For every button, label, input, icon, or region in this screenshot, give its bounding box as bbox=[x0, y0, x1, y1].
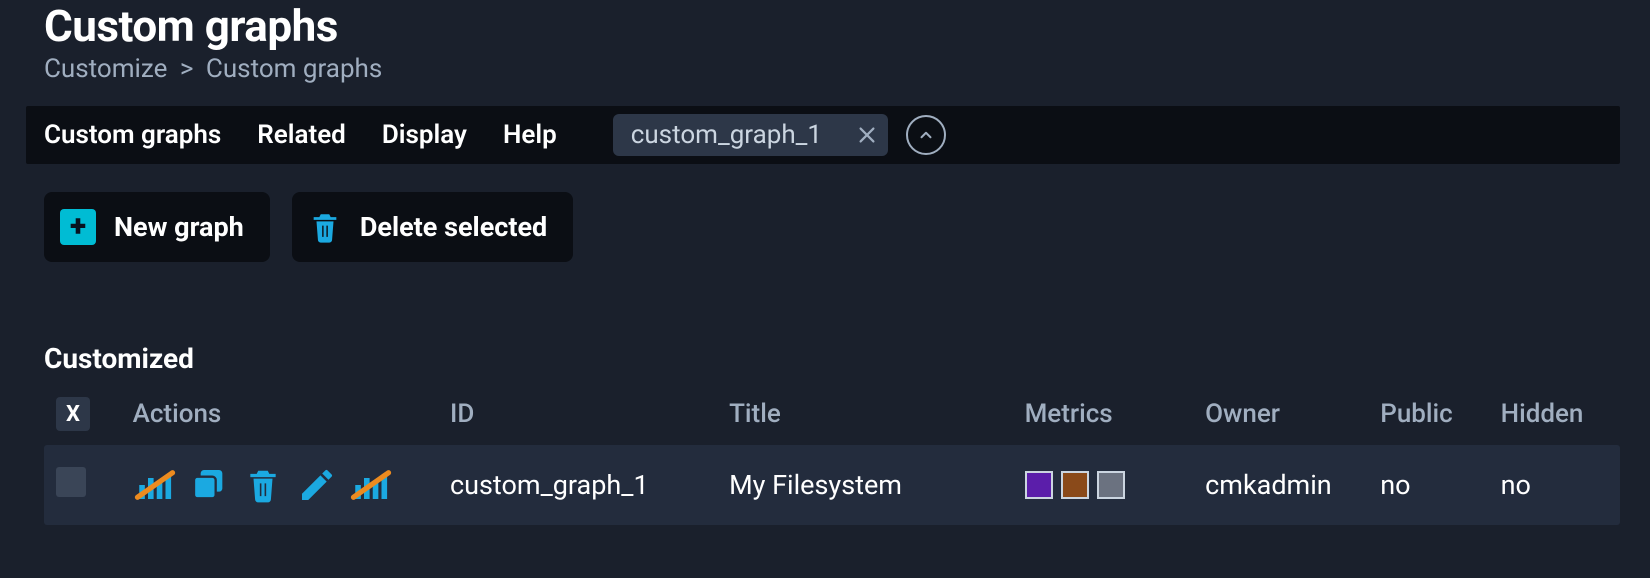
menu-display[interactable]: Display bbox=[382, 120, 467, 150]
table-row: custom_graph_1 My Filesystem cmkadmin no… bbox=[44, 445, 1620, 525]
row-hidden: no bbox=[1489, 445, 1620, 525]
column-hidden[interactable]: Hidden bbox=[1489, 387, 1620, 445]
delete-selected-label: Delete selected bbox=[360, 211, 547, 243]
menu-related[interactable]: Related bbox=[257, 120, 346, 150]
row-checkbox[interactable] bbox=[56, 467, 86, 497]
column-title[interactable]: Title bbox=[717, 387, 1013, 445]
column-owner[interactable]: Owner bbox=[1193, 387, 1368, 445]
menu-custom-graphs[interactable]: Custom graphs bbox=[44, 120, 221, 150]
metric-swatch[interactable] bbox=[1097, 471, 1125, 499]
menu-help[interactable]: Help bbox=[503, 120, 557, 150]
metric-swatch[interactable] bbox=[1025, 471, 1053, 499]
row-actions bbox=[133, 463, 426, 507]
metric-swatch[interactable] bbox=[1061, 471, 1089, 499]
menubar: Custom graphs Related Display Help custo… bbox=[26, 106, 1620, 164]
custom-graphs-table: X Actions ID Title Metrics Owner Public … bbox=[44, 387, 1620, 525]
row-owner: cmkadmin bbox=[1193, 445, 1368, 525]
column-actions[interactable]: Actions bbox=[121, 387, 438, 445]
select-all-toggle[interactable]: X bbox=[56, 397, 90, 431]
collapse-toggle-icon[interactable] bbox=[906, 115, 946, 155]
column-metrics[interactable]: Metrics bbox=[1013, 387, 1194, 445]
clone-icon[interactable] bbox=[187, 463, 231, 507]
trash-icon bbox=[308, 208, 342, 246]
page-title: Custom graphs bbox=[44, 0, 1620, 52]
new-graph-button[interactable]: + New graph bbox=[44, 192, 270, 262]
graph-designer-icon[interactable] bbox=[133, 463, 177, 507]
delete-row-icon[interactable] bbox=[241, 463, 285, 507]
search-input[interactable]: custom_graph_1 bbox=[631, 120, 846, 150]
search-box[interactable]: custom_graph_1 bbox=[613, 114, 888, 156]
view-graph-icon[interactable] bbox=[349, 463, 393, 507]
delete-selected-button[interactable]: Delete selected bbox=[292, 192, 573, 262]
row-title[interactable]: My Filesystem bbox=[717, 445, 1013, 525]
new-graph-label: New graph bbox=[114, 211, 244, 243]
edit-icon[interactable] bbox=[295, 463, 339, 507]
section-title: Customized bbox=[44, 342, 1620, 375]
breadcrumb-separator: > bbox=[180, 54, 194, 84]
column-id[interactable]: ID bbox=[438, 387, 717, 445]
clear-search-icon[interactable] bbox=[856, 124, 878, 146]
breadcrumb: Customize > Custom graphs bbox=[44, 54, 1620, 84]
breadcrumb-item[interactable]: Custom graphs bbox=[206, 54, 382, 84]
row-public: no bbox=[1368, 445, 1488, 525]
row-id[interactable]: custom_graph_1 bbox=[438, 445, 717, 525]
plus-icon: + bbox=[60, 209, 96, 245]
metric-swatches bbox=[1025, 471, 1182, 499]
column-public[interactable]: Public bbox=[1368, 387, 1488, 445]
breadcrumb-item[interactable]: Customize bbox=[44, 54, 167, 84]
